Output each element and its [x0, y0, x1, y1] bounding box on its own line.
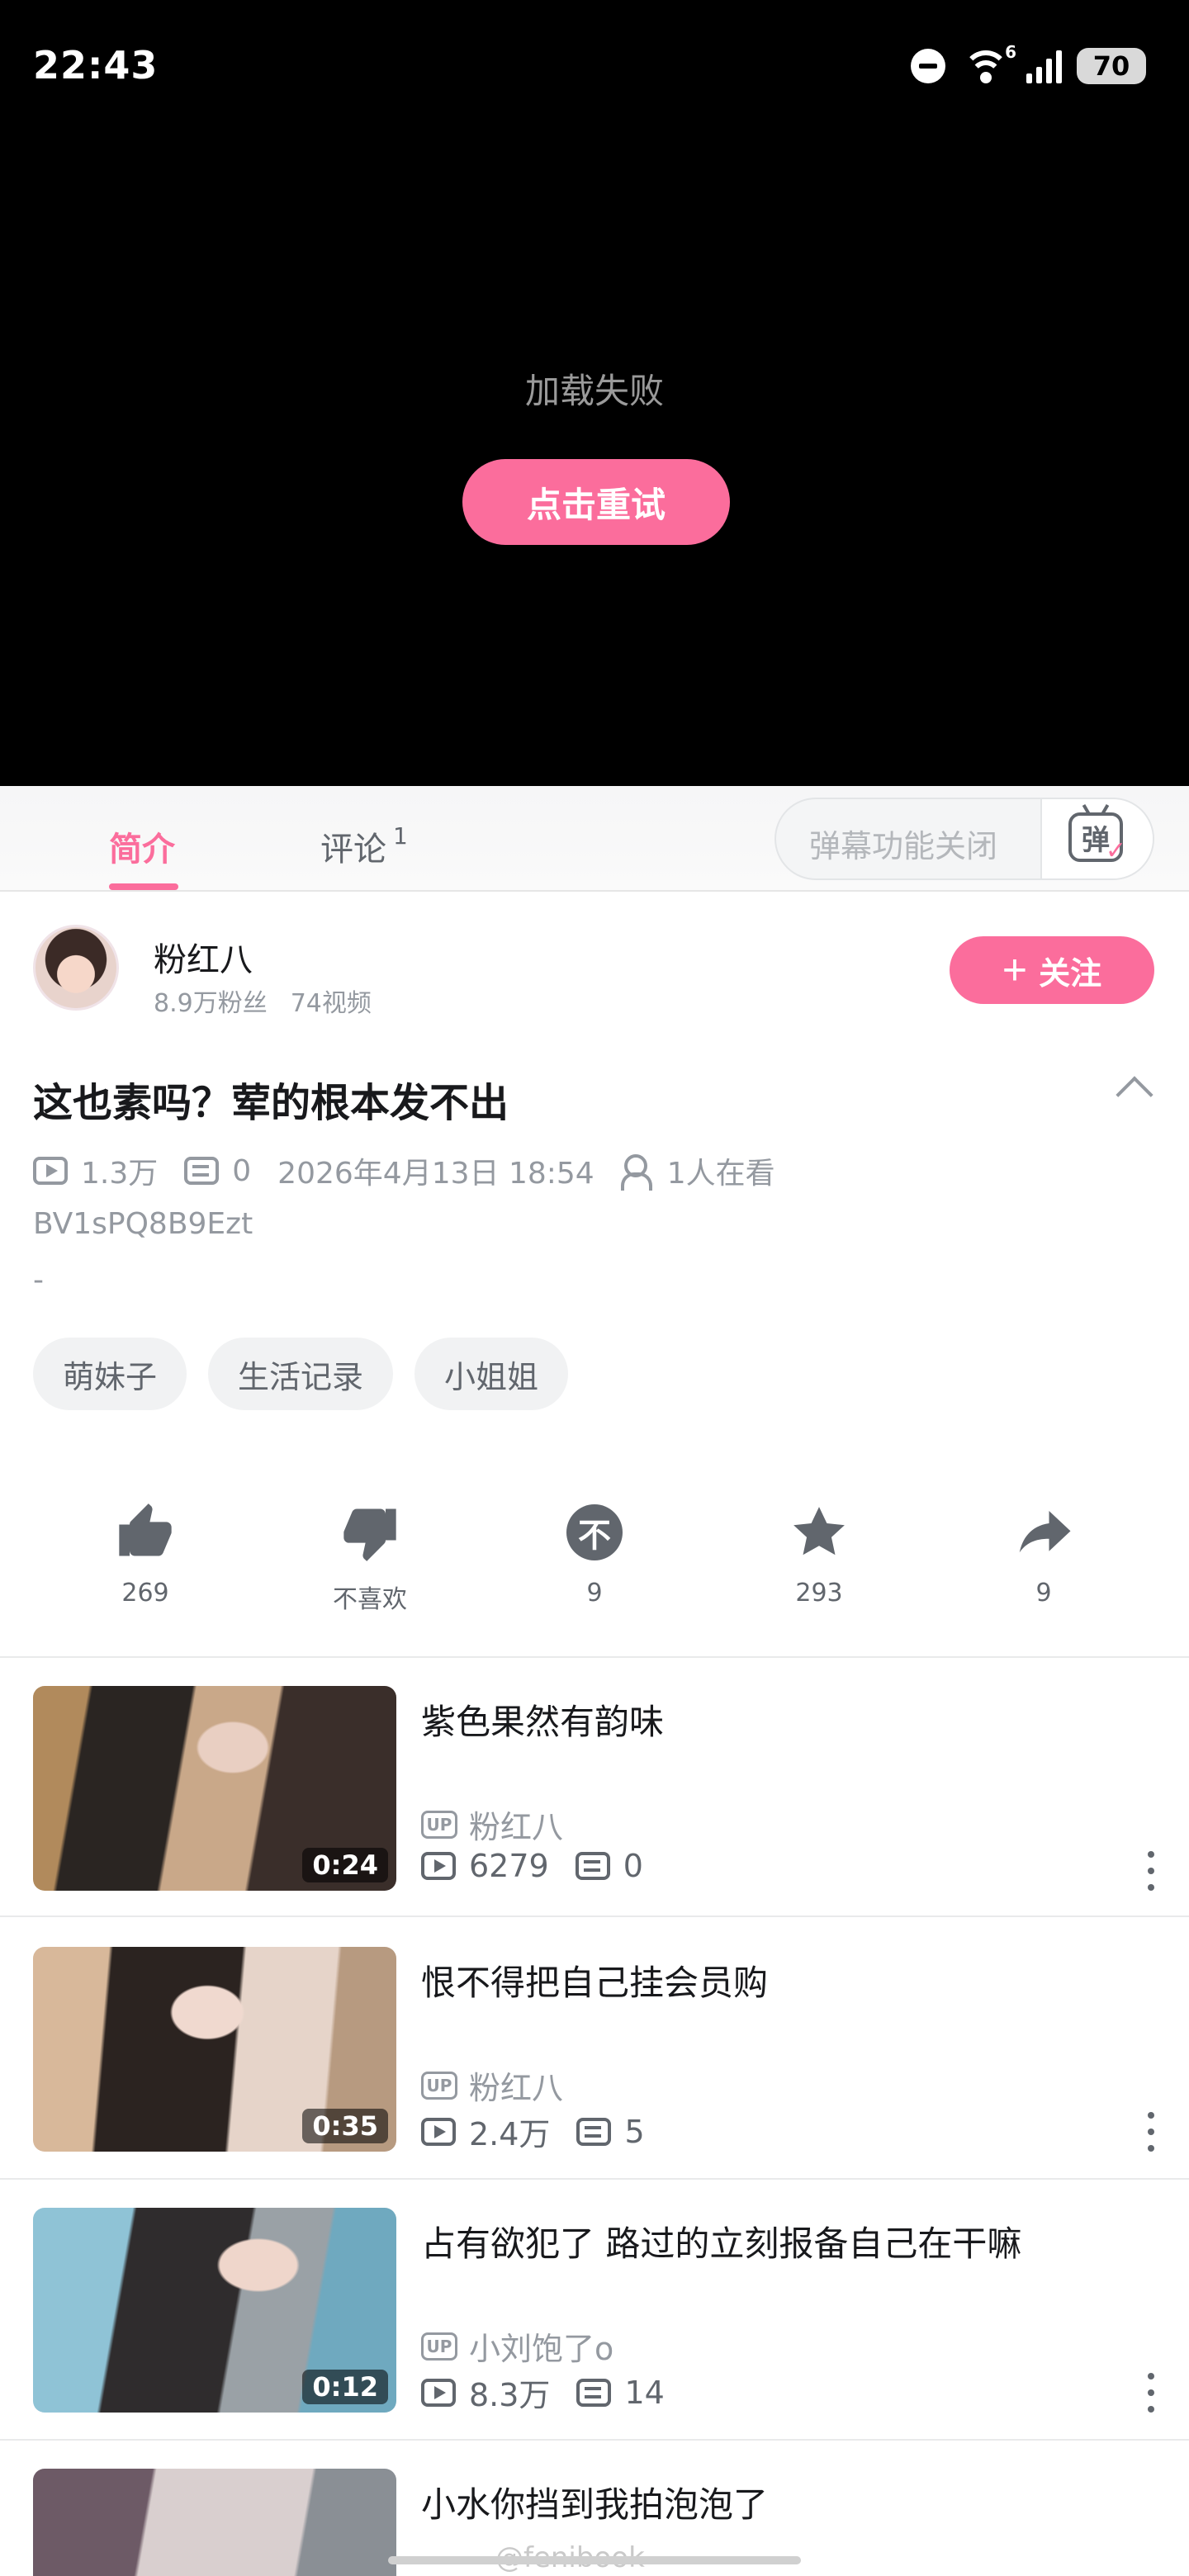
list-item[interactable]: 0:35 恨不得把自己挂会员购 UP 粉红八 2.4万 5 — [0, 1947, 1189, 2195]
battery-indicator: 70 — [1077, 48, 1146, 84]
wifi-icon: 6 — [960, 42, 1016, 85]
uploader-video-count: 74视频 — [290, 989, 372, 1018]
list-item[interactable]: 0:24 紫色果然有韵味 UP 粉红八 6279 0 — [0, 1686, 1189, 1934]
coin-button[interactable]: 不 9 — [482, 1499, 707, 1615]
up-badge-icon: UP — [421, 2071, 457, 2100]
tab-comments[interactable]: 评论 1 — [320, 822, 408, 870]
video-thumbnail[interactable]: 0:12 — [33, 2208, 396, 2413]
rec-uploader: UP 小刘饱了o — [421, 2323, 613, 2369]
follow-label: 关注 — [1039, 956, 1102, 992]
status-time: 22:43 — [33, 43, 159, 88]
video-thumbnail[interactable]: 0:24 — [33, 1686, 396, 1891]
retry-button[interactable]: 点击重试 — [462, 459, 730, 545]
like-count: 269 — [121, 1579, 169, 1608]
tag-list: 萌妹子 生活记录 小姐姐 — [33, 1338, 569, 1410]
action-bar: 269 不喜欢 不 9 293 9 — [33, 1499, 1156, 1615]
rec-video-title: 紫色果然有韵味 — [421, 1702, 665, 1742]
danmaku-count: 0 — [232, 1153, 252, 1188]
danmaku-count-icon — [576, 2117, 612, 2146]
rec-stats: 2.4万 5 — [421, 2109, 645, 2154]
divider — [0, 2178, 1189, 2180]
uploader-name[interactable]: 粉红八 — [154, 933, 253, 981]
rec-stats: 8.3万 14 — [421, 2370, 665, 2415]
share-icon — [931, 1499, 1156, 1565]
wifi-badge: 6 — [1005, 42, 1016, 62]
rec-stats: 6279 0 — [421, 1848, 643, 1884]
video-thumbnail[interactable] — [33, 2469, 396, 2576]
play-count-icon — [421, 2378, 456, 2407]
play-count-icon — [421, 1852, 456, 1880]
do-not-disturb-icon — [911, 49, 945, 83]
list-item[interactable]: 0:12 占有欲犯了 路过的立刻报备自己在干嘛 UP 小刘饱了o 8.3万 14 — [0, 2208, 1189, 2455]
follow-button[interactable]: + 关注 — [950, 936, 1154, 1004]
video-player[interactable]: 22:43 6 70 加载失败 点击重试 — [0, 0, 1189, 786]
like-button[interactable]: 269 — [33, 1499, 258, 1615]
up-badge-icon: UP — [421, 1810, 457, 1839]
divider — [0, 2439, 1189, 2441]
danmaku-count-icon — [184, 1157, 220, 1185]
danmaku-placeholder: 弹幕功能关闭 — [809, 828, 998, 864]
rec-video-title: 占有欲犯了 路过的立刻报备自己在干嘛 — [421, 2223, 1022, 2264]
more-options-icon[interactable] — [1141, 2112, 1161, 2152]
danmaku-count-icon — [575, 1852, 610, 1880]
watching-count: 1人在看 — [666, 1157, 775, 1191]
video-thumbnail[interactable]: 0:35 — [33, 1947, 396, 2152]
video-duration: 0:35 — [302, 2109, 388, 2143]
video-description: - — [33, 1263, 44, 1297]
rec-video-title: 小水你挡到我拍泡泡了 — [421, 2484, 769, 2525]
divider — [0, 1656, 1189, 1658]
coin-icon: 不 — [566, 1504, 623, 1560]
load-error-text: 加载失败 — [524, 371, 664, 411]
video-title: 这也素吗？荤的根本发不出 — [33, 1080, 509, 1126]
tab-intro[interactable]: 简介 — [109, 822, 175, 870]
danmaku-input[interactable]: 弹幕功能关闭 弹 ✓ — [775, 798, 1154, 880]
rec-video-title: 恨不得把自己挂会员购 — [421, 1963, 769, 2003]
uploader-fans: 8.9万粉丝 — [154, 989, 268, 1018]
tab-comments-label: 评论 — [320, 831, 386, 869]
video-stats: 1.3万 0 2026年4月13日 18:54 1人在看 — [33, 1153, 775, 1191]
uploader-meta: 8.9万粉丝 74视频 — [154, 983, 372, 1019]
rec-uploader: UP 粉红八 — [421, 1802, 563, 1847]
share-button[interactable]: 9 — [931, 1499, 1156, 1615]
favorite-count: 293 — [795, 1579, 843, 1608]
publish-time: 2026年4月13日 18:54 — [277, 1157, 594, 1191]
rec-uploader: UP 粉红八 — [421, 2062, 563, 2108]
tag-chip[interactable]: 小姐姐 — [414, 1338, 569, 1410]
more-options-icon[interactable] — [1141, 2373, 1161, 2413]
video-duration: 0:24 — [302, 1848, 388, 1882]
danmaku-toggle-button[interactable]: 弹 ✓ — [1040, 799, 1153, 878]
star-icon — [707, 1499, 931, 1565]
plus-icon: + — [1002, 946, 1028, 994]
favorite-button[interactable]: 293 — [707, 1499, 931, 1615]
play-count-icon — [421, 2117, 456, 2146]
danmaku-count-icon — [576, 2378, 612, 2407]
coin-count: 9 — [586, 1579, 603, 1608]
chevron-up-icon[interactable] — [1116, 1076, 1153, 1114]
divider — [0, 1915, 1189, 1917]
more-options-icon[interactable] — [1141, 1851, 1161, 1891]
avatar[interactable] — [33, 925, 119, 1011]
dislike-label: 不喜欢 — [333, 1585, 407, 1614]
comment-count: 1 — [393, 822, 408, 850]
home-indicator[interactable] — [388, 2556, 801, 2564]
tag-chip[interactable]: 生活记录 — [208, 1338, 394, 1410]
up-badge-icon: UP — [421, 2332, 457, 2361]
signal-icon — [1026, 49, 1062, 83]
tag-chip[interactable]: 萌妹子 — [33, 1338, 187, 1410]
share-count: 9 — [1035, 1579, 1052, 1608]
dislike-button[interactable]: 不喜欢 — [258, 1499, 482, 1615]
watching-icon — [620, 1154, 657, 1191]
video-duration: 0:12 — [302, 2370, 388, 2404]
danmaku-tv-icon: 弹 ✓ — [1068, 812, 1126, 865]
thumbs-down-icon — [258, 1499, 482, 1565]
bvid[interactable]: BV1sPQ8B9Ezt — [33, 1207, 253, 1241]
status-icons: 6 70 — [911, 42, 1146, 86]
tab-active-indicator — [109, 883, 178, 890]
view-count: 1.3万 — [81, 1157, 159, 1191]
play-count-icon — [33, 1157, 68, 1185]
thumbs-up-icon — [33, 1499, 258, 1565]
